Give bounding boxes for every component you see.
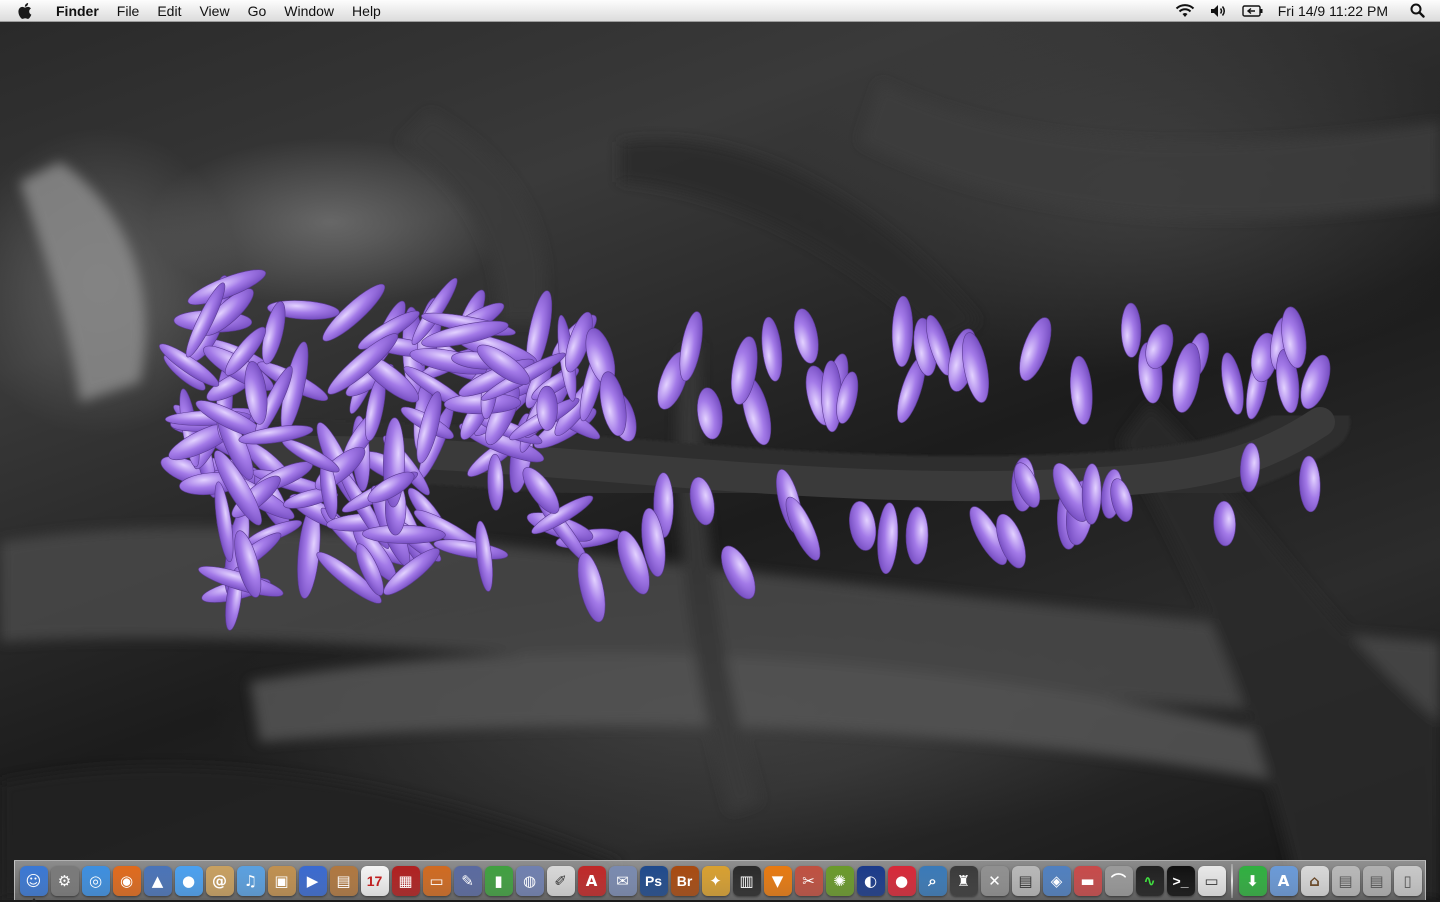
vlc-icon[interactable]: ▼ — [763, 865, 792, 896]
dock: ☺ ⚙ ◎ ◉ ▲ ● @ ♫ ▣ ▶ ▤ 17 ▦ ▭ ✎ ▮ ◍ ✐ A ✉ Ps Br ✦ ▥ ▼ ✂ ✺ ◐ ● ⌕ ♜ ✕ ▤ ◈ ▬ ⌒ ∿… — [14, 860, 1426, 902]
menu-extras: Fri 14/9 11:22 PM — [1168, 0, 1440, 22]
menu-clock[interactable]: Fri 14/9 11:22 PM — [1270, 3, 1400, 19]
petal — [1221, 352, 1244, 415]
numbers-icon[interactable]: ▮ — [484, 865, 513, 896]
script-editor-icon[interactable]: ✎ — [453, 865, 482, 896]
ical-icon[interactable]: 17 — [360, 865, 389, 896]
preview-icon[interactable]: ▲ — [143, 865, 172, 896]
wifi-icon[interactable] — [1174, 2, 1196, 20]
menu-edit[interactable]: Edit — [148, 0, 190, 22]
automator-icon[interactable]: ✂ — [794, 865, 823, 896]
activity-monitor-icon[interactable]: ∿ — [1135, 865, 1164, 896]
bridge-icon[interactable]: Br — [670, 865, 699, 896]
battery-icon[interactable] — [1242, 2, 1264, 20]
address-book-icon[interactable]: @ — [205, 865, 234, 896]
finder-icon[interactable]: ☺ — [19, 865, 48, 902]
safari-icon[interactable]: ◎ — [81, 865, 110, 896]
wallpaper-art — [0, 82, 1440, 900]
printer-icon[interactable]: ▭ — [1197, 865, 1226, 896]
petal — [793, 308, 819, 364]
stuffit-icon[interactable]: ✦ — [701, 865, 730, 896]
desktop-wallpaper — [0, 22, 1440, 900]
keynote-icon[interactable]: ▭ — [422, 865, 451, 896]
system-profiler-icon[interactable]: ▤ — [1011, 865, 1040, 896]
menu-help[interactable]: Help — [343, 0, 390, 22]
petal — [905, 506, 929, 565]
photo-viewer-icon[interactable]: ▦ — [391, 865, 420, 896]
petal — [536, 385, 558, 431]
magnifier-icon[interactable]: ⌕ — [918, 865, 947, 896]
applications-folder-icon[interactable]: A — [1269, 865, 1298, 896]
photoshop-icon[interactable]: Ps — [639, 865, 668, 896]
terminal-icon[interactable]: >_ — [1166, 865, 1195, 896]
menu-view[interactable]: View — [190, 0, 238, 22]
dock-separator — [1231, 863, 1233, 898]
downloads-stack-icon[interactable]: ⬇ — [1238, 865, 1267, 896]
menu-bar: Finder File Edit View Go Window Help Fri… — [0, 0, 1440, 22]
iphoto-icon[interactable]: ▣ — [267, 865, 296, 896]
flickr-uploadr-icon[interactable]: ● — [887, 865, 916, 896]
colorsync-icon[interactable]: ◈ — [1042, 865, 1071, 896]
acrobat-icon[interactable]: A — [577, 865, 606, 896]
imovie-icon[interactable]: ▶ — [298, 865, 327, 896]
airport-utility-icon[interactable]: ⌒ — [1104, 865, 1133, 896]
menu-go[interactable]: Go — [239, 0, 276, 22]
itunes-icon[interactable]: ♫ — [236, 865, 265, 896]
image-capture-icon[interactable]: ✉ — [608, 865, 637, 896]
hard-drive-icon[interactable]: ▤ — [1331, 865, 1360, 896]
disk-utility-icon[interactable]: ▬ — [1073, 865, 1102, 896]
petal — [679, 311, 703, 382]
spirited-away-icon[interactable]: ♜ — [949, 865, 978, 896]
cd-burner-icon[interactable]: ▥ — [732, 865, 761, 896]
petal — [1120, 302, 1142, 358]
textedit-icon[interactable]: ✐ — [546, 865, 575, 896]
petal — [761, 316, 783, 382]
external-drive-icon[interactable]: ▤ — [1362, 865, 1391, 896]
google-earth-icon[interactable]: ◐ — [856, 865, 885, 896]
ichat-icon[interactable]: ● — [174, 865, 203, 896]
petal — [1299, 455, 1321, 513]
menu-window[interactable]: Window — [275, 0, 343, 22]
photo-booth-icon[interactable]: ▤ — [329, 865, 358, 896]
menu-file[interactable]: File — [108, 0, 149, 22]
dock-applications: ☺ ⚙ ◎ ◉ ▲ ● @ ♫ ▣ ▶ ▤ 17 ▦ ▭ ✎ ▮ ◍ ✐ A ✉ Ps Br ✦ ▥ ▼ ✂ ✺ ◐ ● ⌕ ♜ ✕ ▤ ◈ ▬ ⌒ ∿… — [18, 865, 1227, 902]
menu-app-finder[interactable]: Finder — [50, 0, 108, 22]
trash-icon[interactable]: ▯ — [1393, 865, 1422, 896]
petal — [1070, 355, 1093, 425]
petal — [1019, 317, 1052, 381]
home-folder-icon[interactable]: ⌂ — [1300, 865, 1329, 896]
volume-icon[interactable] — [1208, 2, 1230, 20]
dashboard-icon[interactable]: ✺ — [825, 865, 854, 896]
firefox-icon[interactable]: ◉ — [112, 865, 141, 896]
system-preferences-icon[interactable]: ⚙ — [50, 865, 79, 896]
petal — [891, 295, 914, 367]
dock-stacks: ⬇ A ⌂ ▤ ▤ ▯ — [1237, 865, 1423, 896]
quicktime-icon[interactable]: ◍ — [515, 865, 544, 896]
apple-menu-icon[interactable] — [18, 2, 36, 20]
spotlight-search-icon[interactable] — [1406, 2, 1428, 20]
mac-os-x-icon[interactable]: ✕ — [980, 865, 1009, 896]
